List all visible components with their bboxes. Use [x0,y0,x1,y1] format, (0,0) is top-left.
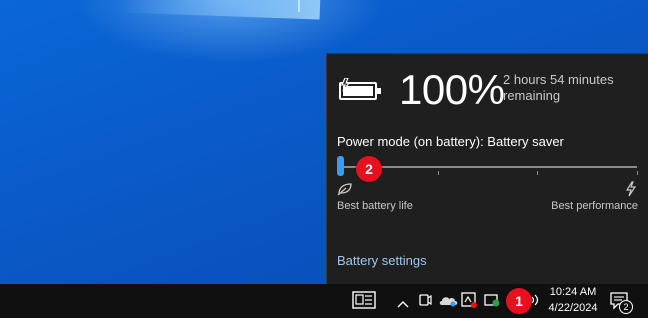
slider-tick [637,171,638,175]
best-battery-life-label: Best battery life [337,200,413,212]
battery-full-icon [339,77,383,107]
callout-badge-2: 2 [356,156,382,182]
slider-tick [537,171,538,175]
battery-remaining-time: 2 hours 54 minutes remaining [503,72,614,103]
notification-count-badge: 2 [619,300,633,314]
volume-icon[interactable] [530,293,544,312]
slider-tick [438,171,439,175]
clock-date[interactable]: 4/22/2024 [546,302,600,314]
clock-time[interactable]: 10:24 AM [548,286,598,298]
wallpaper-light-streak [119,0,321,20]
wallpaper-light-line [298,0,300,12]
security-icon[interactable] [484,292,500,313]
chevron-up-icon[interactable] [397,295,409,313]
power-mode-slider[interactable] [339,166,637,168]
battery-percentage: 100% [399,66,505,113]
leaf-icon [337,182,353,201]
best-performance-label: Best performance [551,200,638,212]
lightning-icon [625,181,637,202]
app-tray-icon[interactable] [460,291,478,314]
callout-badge-1: 1 [506,288,532,314]
power-mode-slider-thumb[interactable] [337,156,344,176]
onedrive-icon[interactable] [438,293,458,312]
news-icon[interactable] [352,291,376,314]
taskbar: 10:24 AM 4/22/2024 2 [0,284,648,318]
battery-settings-link[interactable]: Battery settings [337,253,427,268]
meet-now-icon[interactable] [418,292,432,313]
power-mode-label: Power mode (on battery): Battery saver [337,134,564,149]
